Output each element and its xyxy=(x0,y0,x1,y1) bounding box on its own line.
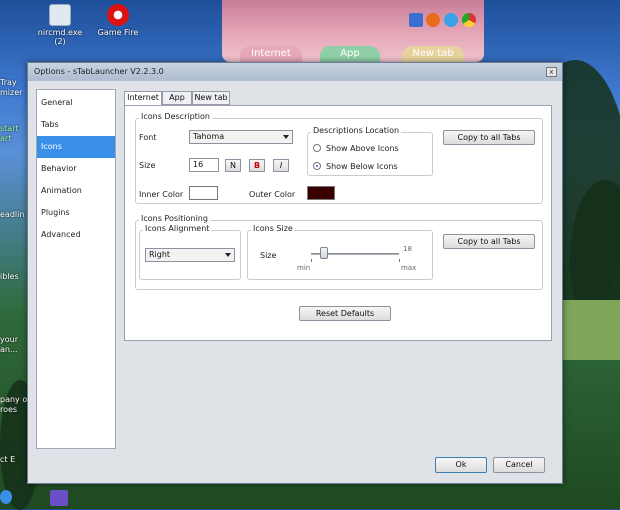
nav-item-advanced[interactable]: Advanced xyxy=(37,224,115,246)
tab-internet[interactable]: Internet xyxy=(124,91,162,106)
launcher-tab-new[interactable]: New tab xyxy=(402,46,464,62)
copy-to-all-tabs-button[interactable]: Copy to all Tabs xyxy=(443,130,535,145)
outer-color-label: Outer Color xyxy=(249,190,296,199)
nav-item-plugins[interactable]: Plugins xyxy=(37,202,115,224)
slider-tick xyxy=(311,259,312,262)
radio-show-above-label: Show Above Icons xyxy=(326,144,399,153)
lawn-background xyxy=(560,300,620,360)
bold-style-button[interactable]: B xyxy=(249,159,265,172)
desktop-label[interactable]: pany of roes xyxy=(0,395,30,415)
group-label: Icons Description xyxy=(139,112,212,121)
nav-item-general[interactable]: General xyxy=(37,92,115,114)
desktop-icon-gamefire[interactable]: Game Fire xyxy=(88,4,148,37)
size-label: Size xyxy=(139,161,156,170)
radio-show-above[interactable] xyxy=(313,144,321,152)
title-bar[interactable]: Options - sTabLauncher V2.2.3.0 x xyxy=(28,63,562,81)
nav-item-behavior[interactable]: Behavior xyxy=(37,158,115,180)
font-select[interactable]: Tahoma xyxy=(189,130,293,144)
size-slider-thumb[interactable] xyxy=(320,247,329,259)
font-size-input[interactable]: 16 xyxy=(189,158,219,172)
reset-defaults-button[interactable]: Reset Defaults xyxy=(299,306,391,321)
chevron-down-icon xyxy=(283,135,289,139)
launcher-tab-internet[interactable]: Internet xyxy=(240,46,302,62)
alignment-value: Right xyxy=(149,250,171,259)
slider-tick xyxy=(399,259,400,262)
chevron-down-icon xyxy=(225,253,231,257)
group-label: Icons Alignment xyxy=(143,224,212,233)
italic-style-button[interactable]: I xyxy=(273,159,289,172)
radio-show-below[interactable] xyxy=(313,162,321,170)
nav-item-tabs[interactable]: Tabs xyxy=(37,114,115,136)
font-value: Tahoma xyxy=(193,132,225,141)
desktop-label[interactable]: eadlin xyxy=(0,210,24,220)
radio-show-below-label: Show Below Icons xyxy=(326,162,398,171)
slider-min-label: min xyxy=(297,264,311,272)
ok-button[interactable]: Ok xyxy=(435,457,487,473)
globe-icon[interactable] xyxy=(0,490,12,504)
desktop-label[interactable]: your an... xyxy=(0,335,18,355)
hash-icon[interactable] xyxy=(50,490,68,506)
desktop-icon-nircmd[interactable]: nircmd.exe (2) xyxy=(30,4,90,46)
nav-item-icons[interactable]: Icons xyxy=(37,136,115,158)
cancel-button[interactable]: Cancel xyxy=(493,457,545,473)
fire-icon xyxy=(107,4,129,26)
desktop-label[interactable]: ct E xyxy=(0,455,15,465)
close-icon[interactable]: x xyxy=(546,67,557,77)
desktop-label[interactable]: ibles xyxy=(0,272,19,282)
launcher-tab-app[interactable]: App xyxy=(320,46,380,62)
group-label: Icons Positioning xyxy=(139,214,210,223)
inner-color-label: Inner Color xyxy=(139,190,184,199)
application-icon xyxy=(49,4,71,26)
alignment-select[interactable]: Right xyxy=(145,248,235,262)
tab-new-tab[interactable]: New tab xyxy=(192,91,230,105)
desktop-label[interactable]: Tray mizer xyxy=(0,78,22,98)
slider-max-label: max xyxy=(401,264,417,272)
nav-item-animation[interactable]: Animation xyxy=(37,180,115,202)
group-label: Icons Size xyxy=(251,224,295,233)
flag-icon[interactable] xyxy=(409,13,423,27)
desktop-label[interactable]: start art xyxy=(0,124,19,144)
normal-style-button[interactable]: N xyxy=(225,159,241,172)
size-label: Size xyxy=(260,251,277,260)
tab-app[interactable]: App xyxy=(162,91,192,105)
group-label: Descriptions Location xyxy=(311,126,402,135)
tab-panel: Icons Description Font Tahoma Size 16 N … xyxy=(124,105,552,341)
ie-icon[interactable] xyxy=(444,13,458,27)
copy-to-all-tabs-button[interactable]: Copy to all Tabs xyxy=(443,234,535,249)
options-dialog: Options - sTabLauncher V2.2.3.0 x Genera… xyxy=(27,62,563,484)
slider-value: 18 xyxy=(403,245,412,253)
chrome-icon[interactable] xyxy=(462,13,476,27)
outer-color-swatch[interactable] xyxy=(307,186,335,200)
firefox-icon[interactable] xyxy=(426,13,440,27)
font-label: Font xyxy=(139,133,157,142)
window-title: Options - sTabLauncher V2.2.3.0 xyxy=(34,67,164,76)
settings-nav: General Tabs Icons Behavior Animation Pl… xyxy=(36,89,116,449)
inner-color-swatch[interactable] xyxy=(189,186,218,200)
